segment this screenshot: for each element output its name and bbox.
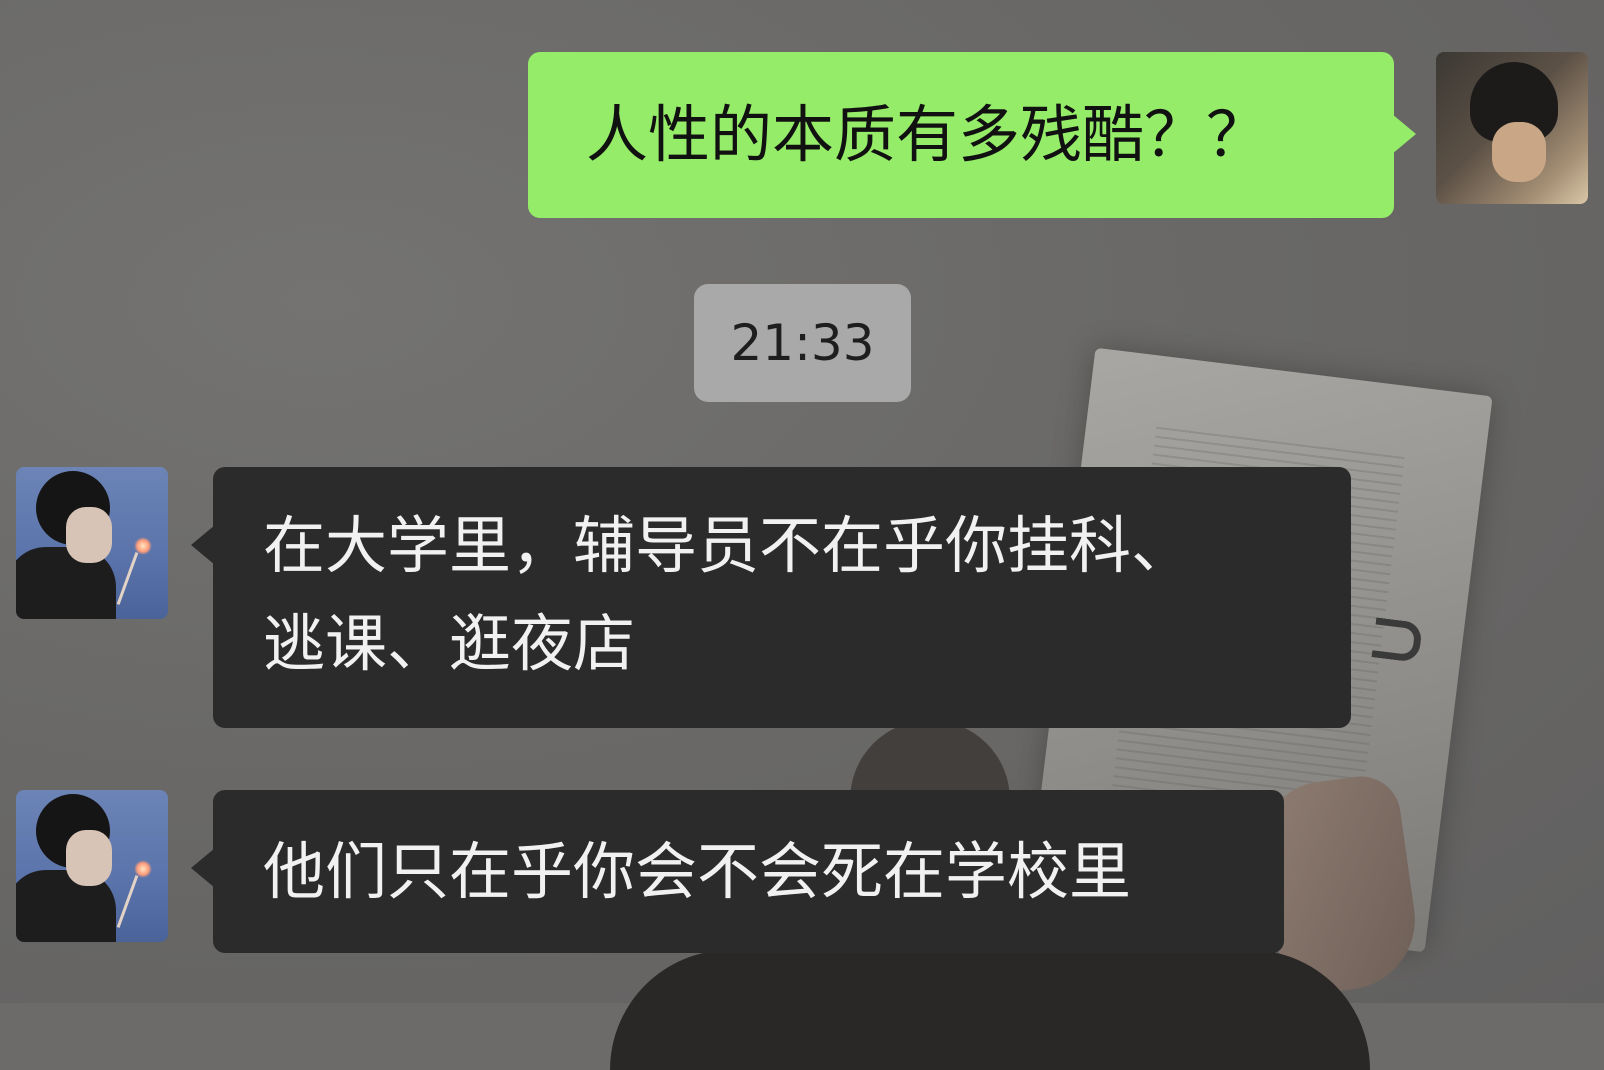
spark-icon xyxy=(134,860,152,878)
book-letter-shape xyxy=(1371,617,1423,663)
contact-avatar[interactable] xyxy=(16,467,168,619)
message-line: 逃课、逛夜店 xyxy=(263,607,636,680)
message-text: 他们只在乎你会不会死在学校里 xyxy=(263,835,1132,908)
my-message-bubble[interactable]: 人性的本质有多残酷？？ xyxy=(528,52,1416,218)
message-line: 在大学里，辅导员不在乎你挂科、 xyxy=(263,509,1194,582)
avatar-face xyxy=(1492,122,1546,182)
avatar-face xyxy=(66,830,112,886)
background-person-head xyxy=(850,720,1010,800)
timestamp-text: 21:33 xyxy=(730,314,875,372)
contact-message-bubble[interactable]: 在大学里，辅导员不在乎你挂科、 逃课、逛夜店 xyxy=(191,467,1351,728)
background-shoulder xyxy=(610,950,1370,1070)
my-avatar[interactable] xyxy=(1436,52,1588,204)
sparkler-icon xyxy=(116,552,139,605)
timestamp-divider: 21:33 xyxy=(694,284,911,402)
sparkler-icon xyxy=(116,875,139,928)
avatar-face xyxy=(66,507,112,563)
spark-icon xyxy=(134,537,152,555)
contact-message-bubble[interactable]: 他们只在乎你会不会死在学校里 xyxy=(191,790,1284,953)
contact-avatar[interactable] xyxy=(16,790,168,942)
my-message-text: 人性的本质有多残酷？？ xyxy=(586,98,1269,171)
